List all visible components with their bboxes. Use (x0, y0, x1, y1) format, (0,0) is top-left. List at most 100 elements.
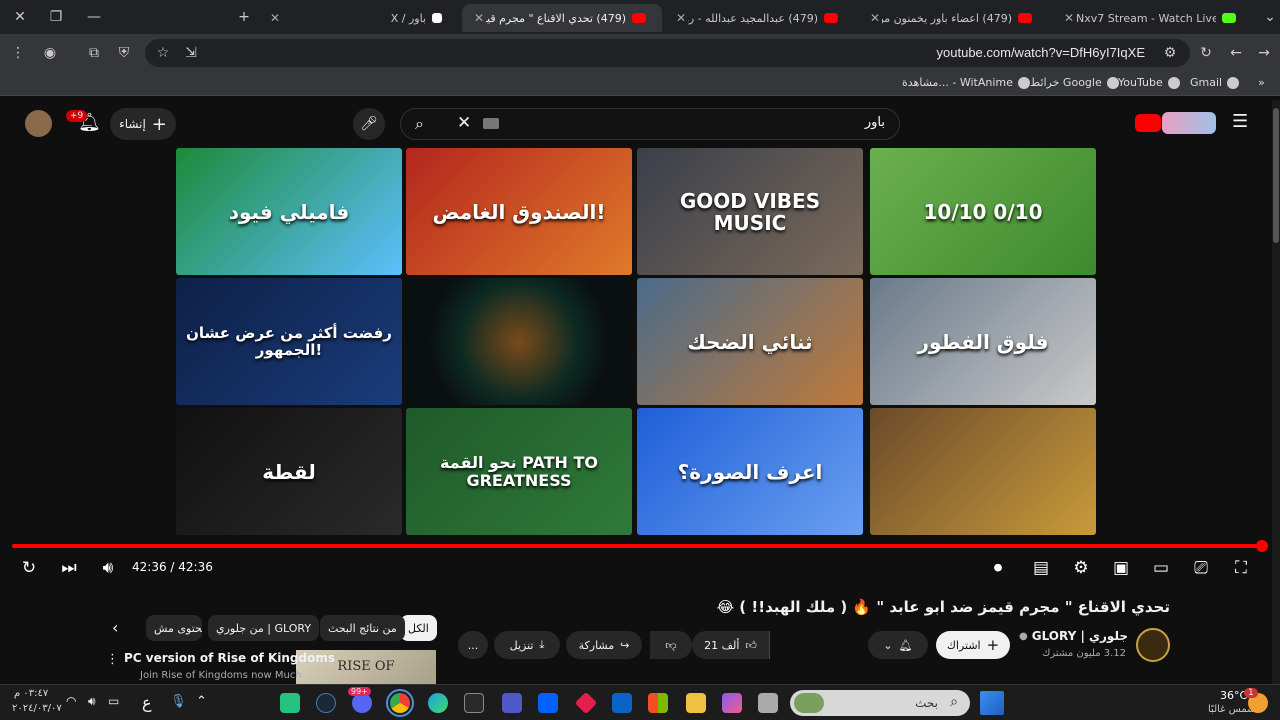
video-thumbnail[interactable]: فاميلي فيود (176, 148, 402, 275)
restore-window-icon[interactable]: ❐ (42, 6, 70, 28)
volume-tray-icon[interactable]: 🔊︎ (88, 694, 96, 709)
forward-icon[interactable]: → (1254, 43, 1274, 63)
clock-time[interactable]: ٠٣:٤٧ م (14, 688, 48, 699)
tab-close-icon[interactable]: ✕ (674, 11, 688, 25)
copilot-icon[interactable] (722, 693, 742, 713)
video-thumbnail[interactable] (870, 408, 1096, 535)
theater-mode-icon[interactable]: ▭ (1150, 557, 1172, 579)
reload-icon[interactable]: ↻ (1196, 43, 1216, 63)
tray-chevron-icon[interactable]: ⌃ (196, 694, 207, 709)
weather-temp[interactable]: 36°C (1220, 689, 1247, 702)
keyboard-icon[interactable] (483, 118, 499, 129)
video-thumbnail[interactable]: نحو القمة PATH TO GREATNESS (406, 408, 632, 535)
create-button[interactable]: إنشاء + (110, 108, 176, 140)
avatar[interactable] (25, 110, 52, 137)
tab-x-bawar[interactable]: ✕ باور / X (258, 4, 458, 32)
discord-icon[interactable] (352, 693, 372, 713)
video-thumbnail[interactable]: الصندوق الغامض! (406, 148, 632, 275)
wifi-icon[interactable]: ◠ (66, 694, 76, 708)
ad-menu-icon[interactable]: ⋮ (106, 652, 119, 667)
dislike-button[interactable]: 👎︎ (650, 631, 692, 659)
progress-scrubber[interactable] (1256, 540, 1268, 552)
miniplayer-icon[interactable]: ▣ (1110, 557, 1132, 579)
tab-close-icon[interactable]: ✕ (472, 11, 486, 25)
tab-abdulmajeed[interactable]: ✕ (479) عبدالمجيد عبدالله - رهيب (664, 4, 854, 32)
tab-close-icon[interactable]: ✕ (868, 11, 882, 25)
epic-games-icon[interactable] (464, 693, 484, 713)
video-thumbnail[interactable]: GOOD VIBES MUSIC (637, 148, 863, 275)
search-icon[interactable]: ⌕ (415, 114, 424, 134)
close-window-icon[interactable]: ✕ (6, 6, 34, 28)
video-thumbnail[interactable]: فلوق الفطور (870, 278, 1096, 405)
share-button[interactable]: مشاركة ↪ (566, 631, 642, 659)
video-thumbnail[interactable]: 10/10 0/10 (870, 148, 1096, 275)
scrollbar-thumb[interactable] (1273, 108, 1279, 243)
language-indicator[interactable]: ع (142, 693, 152, 712)
microphone-icon[interactable]: 🎤︎ (353, 108, 385, 140)
chrome-icon[interactable] (386, 689, 414, 717)
clear-search-icon[interactable]: ✕ (457, 113, 471, 133)
next-icon[interactable]: ⏭ (58, 557, 80, 579)
outlook-icon[interactable] (612, 693, 632, 713)
chevron-left-icon[interactable]: ‹ (112, 618, 118, 637)
video-thumbnail[interactable] (406, 278, 632, 405)
hamburger-menu-icon[interactable]: ☰ (1232, 111, 1248, 132)
download-button[interactable]: تنزيل ⤓ (494, 631, 560, 659)
file-manager-icon[interactable] (758, 693, 778, 713)
settings-gear-icon[interactable]: ⚙ (1070, 557, 1092, 579)
chip-from-channel[interactable]: من جلوري | GLORY (208, 615, 320, 641)
file-explorer-icon[interactable] (686, 693, 706, 713)
teams-icon[interactable] (502, 693, 522, 713)
notifications-button[interactable]: ⌄ 🔔︎ (868, 631, 928, 659)
replay-icon[interactable]: ↻ (18, 557, 40, 579)
cast-icon[interactable]: ⎚ (1190, 557, 1212, 579)
back-icon[interactable]: ← (1226, 43, 1246, 63)
tab-kick-stream[interactable]: ✕ Nxv7 Stream - Watch Live on K (1052, 4, 1252, 32)
page-scrollbar[interactable] (1272, 100, 1280, 684)
new-tab-icon[interactable]: + (230, 6, 258, 28)
tab-active-video[interactable]: ✕ (479) تحدي الاقناع " مجرم قيمز ض (462, 4, 662, 32)
shield-icon[interactable]: ⛨ (114, 43, 134, 63)
taskbar-search[interactable]: ⌕ بحث (790, 690, 970, 716)
chip-from-search[interactable]: من نتائج البحث (320, 615, 405, 641)
channel-avatar[interactable] (1136, 628, 1170, 662)
autoplay-toggle[interactable]: ⏺ (984, 557, 1012, 579)
search-input[interactable]: ⌕ ✕ باور (400, 108, 900, 140)
extensions-icon[interactable]: ⧉ (84, 43, 104, 63)
video-thumbnail[interactable]: رفضت أكثر من عرض عشان الجمهور! (176, 278, 402, 405)
bookmark-google-maps[interactable]: خرائط Google (1030, 76, 1119, 89)
dropbox-icon[interactable] (538, 693, 558, 713)
microsoft-store-icon[interactable] (648, 693, 668, 713)
progress-bar[interactable] (12, 544, 1262, 548)
windows-start-icon[interactable] (980, 691, 1004, 715)
install-app-icon[interactable]: ⇲ (181, 43, 201, 63)
microphone-tray-icon[interactable]: 🎙︎ (170, 694, 187, 709)
green-app-icon[interactable] (280, 693, 300, 713)
menu-dots-icon[interactable]: ⋮ (8, 43, 28, 63)
battery-icon[interactable]: ▭ (108, 694, 119, 708)
chip-more-content[interactable]: محتوى مش (146, 615, 202, 641)
profile-avatar-icon[interactable]: ◉ (40, 43, 60, 63)
bookmark-gmail[interactable]: Gmail (1190, 76, 1240, 89)
tab-close-icon[interactable]: ✕ (268, 11, 282, 25)
youtube-doodle-logo[interactable] (1162, 112, 1216, 134)
chip-all[interactable]: الكل (400, 615, 437, 641)
tab-bawar-members[interactable]: ✕ (479) اعضاء باور يخمنون من الا (858, 4, 1048, 32)
channel-name-row[interactable]: جلوري | GLORY ● (1019, 629, 1128, 643)
subtitles-icon[interactable]: ▤ (1030, 557, 1052, 579)
tab-search-icon[interactable]: ⌄ (1256, 6, 1280, 28)
video-thumbnail[interactable]: اعرف الصورة؟ (637, 408, 863, 535)
youtube-logo-icon[interactable] (1135, 114, 1161, 132)
subscribe-button[interactable]: اشتراك + (936, 631, 1010, 659)
more-actions-button[interactable]: ... (458, 631, 488, 659)
address-bar[interactable]: ☆ ⇲ youtube.com/watch?v=DfH6yI7IqXE ⚙ (145, 39, 1190, 67)
bookmark-star-icon[interactable]: ☆ (153, 43, 173, 63)
video-thumbnail[interactable]: ثنائي الضحك (637, 278, 863, 405)
red-diamond-app-icon[interactable] (574, 691, 598, 715)
fullscreen-icon[interactable]: ⛶ (1230, 557, 1252, 579)
edge-icon[interactable] (428, 693, 448, 713)
video-thumbnail[interactable]: لقطة (176, 408, 402, 535)
like-button[interactable]: 21 ألف 👍︎ (692, 631, 770, 659)
bookmarks-overflow-icon[interactable]: » (1258, 76, 1265, 89)
url-text[interactable]: youtube.com/watch?v=DfH6yI7IqXE (937, 45, 1145, 60)
